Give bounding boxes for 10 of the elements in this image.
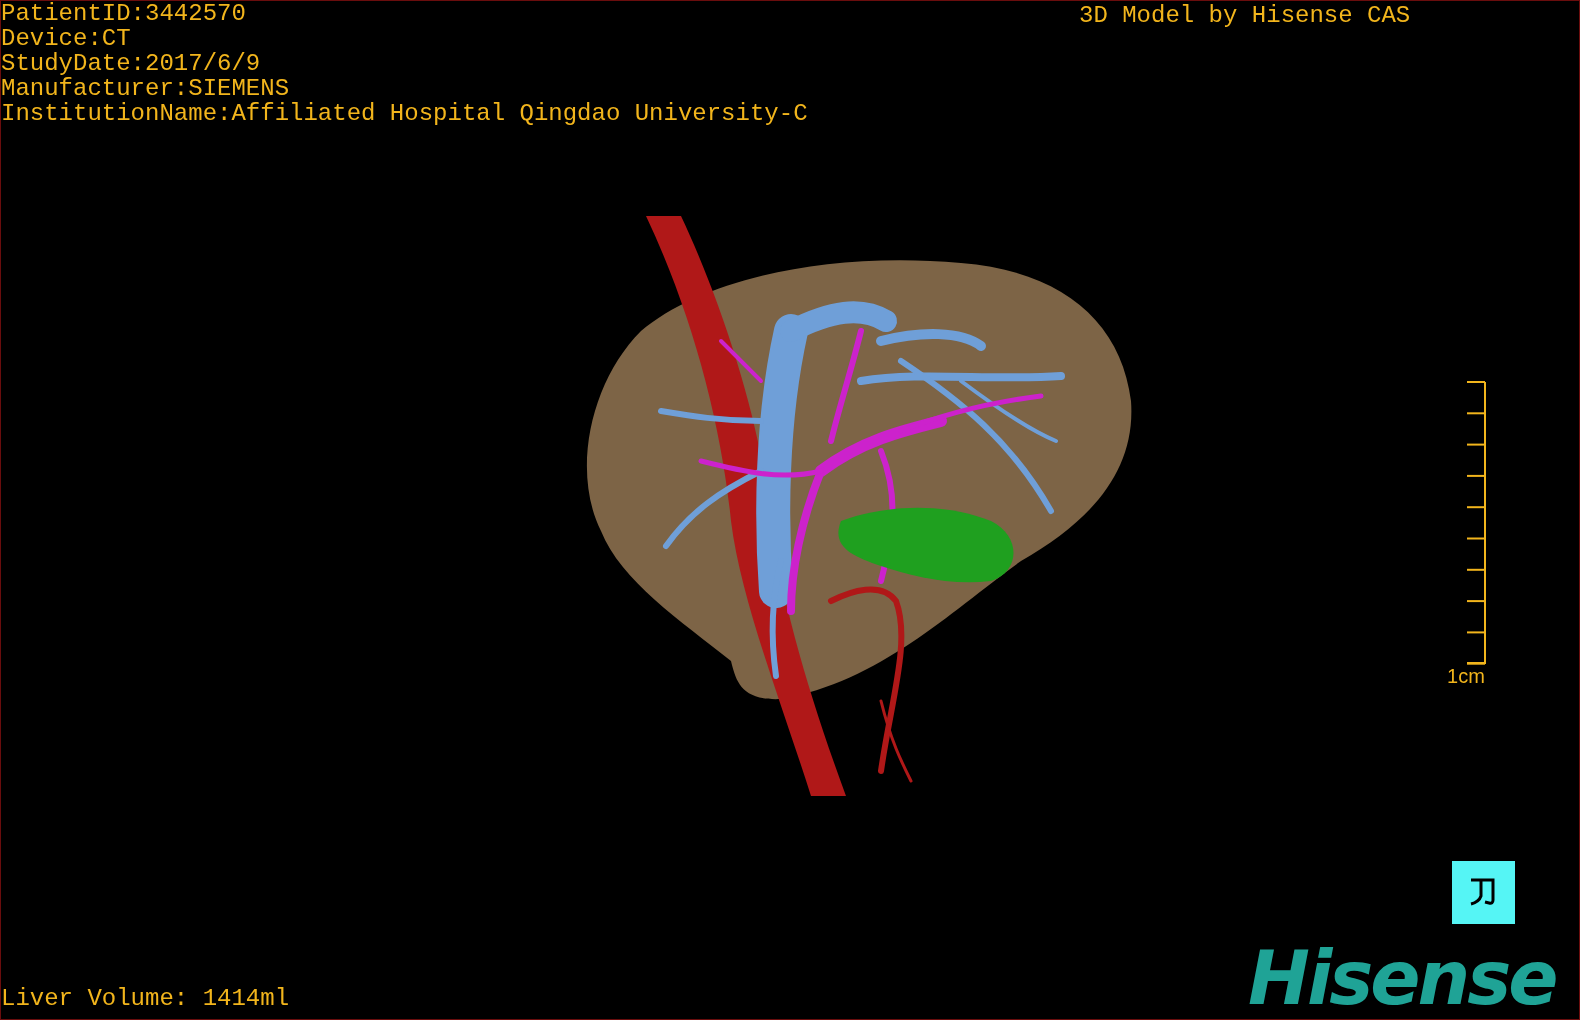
- liver-volume-text: Liver Volume: 1414ml: [1, 986, 290, 1011]
- study-info-text: Device:CT: [1, 26, 132, 51]
- model-caption: 3D Model by Hisense CAS: [1079, 3, 1411, 28]
- study-info-text: StudyDate:2017/6/9: [1, 51, 262, 76]
- brand-logo: Hisense: [1248, 938, 1556, 1018]
- study-info-text: InstitutionName:Affiliated Hospital Qingdao University-C: [1, 101, 808, 126]
- study-info-text: Manufacturer:SIEMENS: [1, 76, 291, 101]
- tool-button[interactable]: [1452, 861, 1515, 924]
- scale-bar-label: 1cm: [1447, 665, 1485, 687]
- study-info-text: PatientID:3442570: [1, 1, 247, 26]
